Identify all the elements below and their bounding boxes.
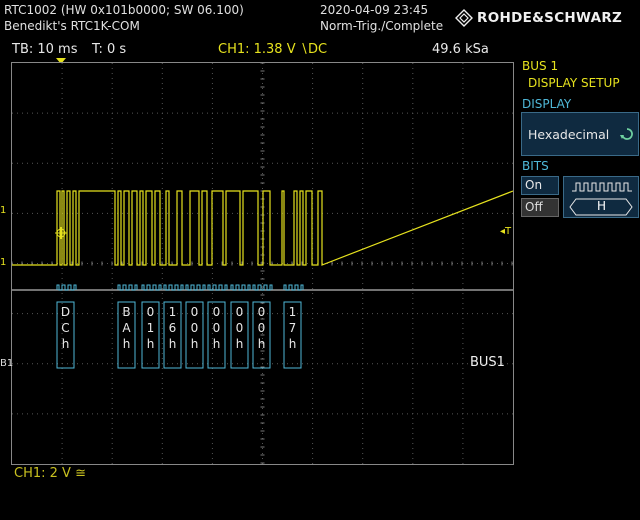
bus-label: BUS 1 xyxy=(522,59,559,73)
hex-digit-low: 0 xyxy=(212,321,221,335)
bus-marker[interactable]: B1 xyxy=(0,358,13,369)
channel-trigger[interactable]: CH1: 1.38 V ∖DC xyxy=(218,42,327,57)
display-format-button[interactable]: Hexadecimal xyxy=(521,112,639,156)
bits-glyph: H xyxy=(597,199,607,213)
hex-digit-low: 7 xyxy=(288,321,297,335)
bits-preview[interactable]: H xyxy=(563,176,639,218)
sample-rate[interactable]: 49.6 kSa xyxy=(432,42,489,57)
bus-byte-label[interactable]: 1 6 h xyxy=(164,304,181,352)
hex-digit-high: 0 xyxy=(190,305,199,319)
bus-byte-label[interactable]: 1 7 h xyxy=(284,304,301,352)
hex-digit-high: 0 xyxy=(257,305,266,319)
bus-byte-label[interactable]: 0 0 h xyxy=(253,304,270,352)
hex-suffix: h xyxy=(190,337,199,351)
hex-digit-low: 0 xyxy=(190,321,199,335)
hex-suffix: h xyxy=(61,337,70,351)
hex-digit-low: 0 xyxy=(257,321,266,335)
hex-suffix: h xyxy=(235,337,244,351)
bus-byte-label[interactable]: 0 0 h xyxy=(186,304,203,352)
datetime: 2020-04-09 23:45 xyxy=(320,3,429,17)
bus-byte-label[interactable]: 0 1 h xyxy=(142,304,159,352)
hex-suffix: h xyxy=(288,337,297,351)
hex-digit-high: 0 xyxy=(212,305,221,319)
bits-on-button[interactable]: On xyxy=(521,176,559,195)
hex-digit-low: 6 xyxy=(168,321,177,335)
bus-decode-labels: DChBAh01h16h00h00h00h00h17h xyxy=(12,63,513,464)
display-format-value: Hexadecimal xyxy=(528,127,610,142)
ch1-scale[interactable]: CH1: 2 V ≅ xyxy=(14,466,86,481)
hex-digit-low: 0 xyxy=(235,321,244,335)
bus-byte-label[interactable]: BAh xyxy=(118,304,135,352)
hex-suffix: h xyxy=(122,337,131,351)
bus-byte-label[interactable]: DCh xyxy=(57,304,74,352)
hex-suffix: h xyxy=(146,337,155,351)
hex-digit-high: 0 xyxy=(146,305,155,319)
trigger-mode: Norm-Trig./Complete xyxy=(320,19,444,33)
bits-section-label: BITS xyxy=(522,159,549,173)
timebase[interactable]: TB: 10 ms xyxy=(12,42,77,57)
ch1-ground-marker[interactable]: 1 xyxy=(0,257,6,268)
hex-digit-low: C xyxy=(61,321,70,335)
hex-digit-high: B xyxy=(122,305,131,319)
menu-title: DISPLAY SETUP xyxy=(528,76,620,90)
hex-digit-high: 1 xyxy=(168,305,177,319)
device-info: RTC1002 (HW 0x101b0000; SW 06.100) xyxy=(4,3,244,17)
hex-suffix: h xyxy=(212,337,221,351)
device-name: Benedikt's RTC1K-COM xyxy=(4,19,140,33)
waveform-display[interactable]: DChBAh01h16h00h00h00h00h17h BUS1 xyxy=(11,62,514,465)
trigger-level-marker[interactable]: ◂T xyxy=(500,226,511,237)
ch1-level-marker[interactable]: 1 xyxy=(0,205,6,216)
trigger-time[interactable]: T: 0 s xyxy=(92,42,126,57)
bus-byte-label[interactable]: 0 0 h xyxy=(208,304,225,352)
bus1-label: BUS1 xyxy=(470,355,505,370)
hex-digit-high: 0 xyxy=(235,305,244,319)
hex-suffix: h xyxy=(257,337,266,351)
hex-digit-low: 1 xyxy=(146,321,155,335)
bus-byte-label[interactable]: 0 0 h xyxy=(231,304,248,352)
brand-text: ROHDE&SCHWARZ xyxy=(477,10,623,26)
bits-off-button[interactable]: Off xyxy=(521,198,559,217)
hex-digit-low: A xyxy=(122,321,131,335)
cycle-icon xyxy=(620,128,633,140)
rs-diamond-icon xyxy=(455,9,473,27)
hex-suffix: h xyxy=(168,337,177,351)
display-section-label: DISPLAY xyxy=(522,97,572,111)
hex-digit-high: 1 xyxy=(288,305,297,319)
hex-digit-high: D xyxy=(60,305,71,319)
